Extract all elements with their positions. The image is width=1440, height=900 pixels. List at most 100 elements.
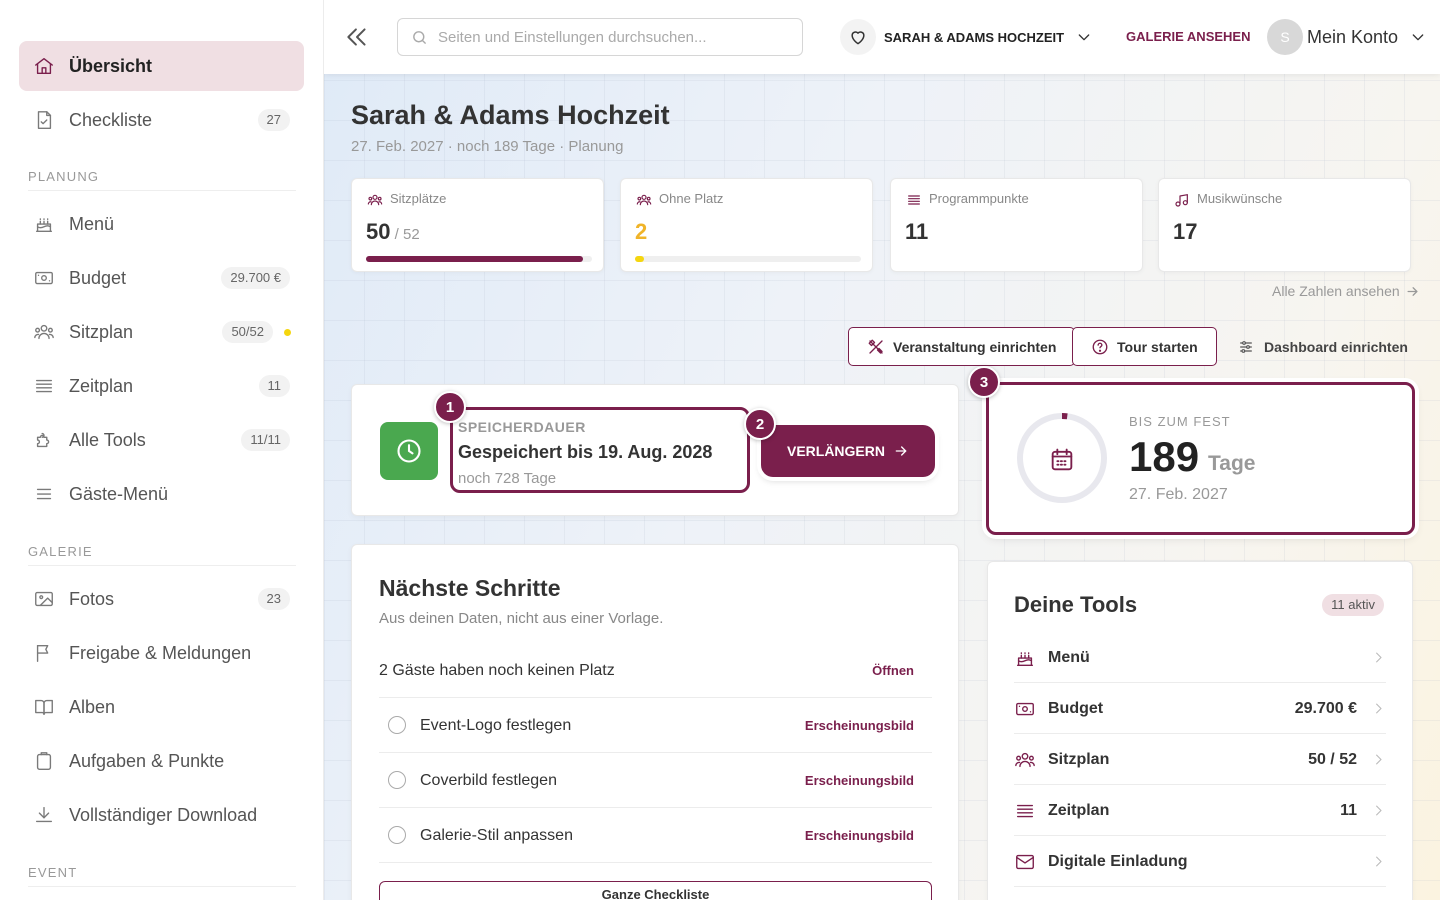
event-selector[interactable]: SARAH & ADAMS HOCHZEIT [840, 18, 1092, 56]
sidebar-item-badge: 29.700 € [221, 267, 290, 289]
list-icon [1014, 800, 1036, 822]
tool-row-budget[interactable]: Budget 29.700 € [1014, 683, 1386, 734]
sidebar-item-gaeste-menue[interactable]: Gäste-Menü [19, 469, 304, 519]
list-icon [33, 375, 55, 397]
chevron-right-icon [1371, 701, 1386, 716]
tool-row-sitzplan[interactable]: Sitzplan 50 / 52 [1014, 734, 1386, 785]
sidebar-item-freigabe-meldungen[interactable]: Freigabe & Meldungen [19, 628, 304, 678]
home-icon [33, 55, 55, 77]
next-step-action[interactable]: Erscheinungsbild [805, 698, 914, 753]
next-step-action[interactable]: Erscheinungsbild [805, 808, 914, 863]
sidebar-item-checkliste[interactable]: Checkliste 27 [19, 95, 304, 145]
page-title: Sarah & Adams Hochzeit [351, 100, 670, 130]
stat-progress-fill [635, 256, 645, 262]
stat-card-sitzplaetze[interactable]: Sitzplätze 50 / 52 [351, 178, 604, 272]
search-input[interactable] [438, 19, 793, 55]
account-label: Mein Konto [1307, 26, 1399, 47]
extend-storage-button[interactable]: VERLÄNGERN [761, 425, 935, 477]
stat-value: 11 [905, 219, 928, 245]
sidebar-item-label: Vollständiger Download [69, 805, 258, 825]
sidebar-item-label: Alben [69, 697, 116, 717]
next-step-action[interactable]: Öffnen [872, 643, 914, 698]
sidebar-item-label: Sitzplan [69, 322, 134, 342]
stat-total: / 52 [390, 226, 420, 243]
sidebar-item-sitzplan[interactable]: Sitzplan 50/52 [19, 307, 304, 357]
sidebar-item-aufgaben-punkte[interactable]: Aufgaben & Punkte [19, 736, 304, 786]
countdown-number: 189 [1129, 433, 1200, 480]
collapse-sidebar-button[interactable] [344, 23, 370, 51]
countdown-kicker: BIS ZUM FEST [1129, 414, 1231, 429]
sidebar-item-badge: 11/11 [241, 429, 290, 451]
next-steps-subtitle: Aus deinen Daten, nicht aus einer Vorlag… [379, 610, 664, 627]
sidebar-item-alle-tools[interactable]: Alle Tools 11/11 [19, 415, 304, 465]
next-step-label: Event-Logo festlegen [420, 717, 572, 734]
sidebar-section-title: EVENT [28, 865, 78, 880]
all-stats-link[interactable]: Alle Zahlen ansehen [1272, 283, 1420, 299]
stat-card-programmpunkte[interactable]: Programmpunkte 11 [890, 178, 1143, 272]
sidebar-item-label: Freigabe & Meldungen [69, 643, 252, 663]
sidebar-divider [28, 190, 296, 191]
tour-step-badge[interactable]: 2 [744, 408, 776, 440]
tool-row-digitale-einladung[interactable]: Digitale Einladung [1014, 836, 1386, 887]
sidebar-item-label: Budget [69, 268, 127, 288]
stat-card-ohne-platz[interactable]: Ohne Platz 2 [620, 178, 873, 272]
sidebar-item-label: Gäste-Menü [69, 484, 169, 504]
download-icon [33, 804, 55, 826]
cake-icon [33, 213, 55, 235]
storage-highlight: SPEICHERDAUER Gespeichert bis 19. Aug. 2… [450, 407, 750, 493]
tour-step-badge[interactable]: 3 [968, 366, 1000, 398]
stat-progress-track [635, 256, 861, 262]
chevron-right-icon [1371, 854, 1386, 869]
stat-number: 50 [366, 219, 391, 244]
tool-row-zeitplan[interactable]: Zeitplan 11 [1014, 785, 1386, 836]
stat-value: 17 [1173, 219, 1197, 245]
stat-label: Programmpunkte [929, 191, 1029, 206]
storage-kicker: SPEICHERDAUER [458, 419, 586, 435]
sidebar-item-label: Übersicht [69, 56, 153, 76]
sidebar-section-title: PLANUNG [28, 169, 100, 184]
tool-label: Menü [1048, 649, 1090, 666]
sidebar-divider [28, 565, 296, 566]
setup-event-label: Veranstaltung einrichten [893, 338, 1057, 355]
sidebar-item-label: Zeitplan [69, 376, 134, 396]
next-step-action[interactable]: Erscheinungsbild [805, 753, 914, 808]
tool-value: 29.700 € [1294, 700, 1357, 717]
sidebar-item-budget[interactable]: Budget 29.700 € [19, 253, 304, 303]
sidebar-item-menue[interactable]: Menü [19, 199, 304, 249]
storage-remaining: noch 728 Tage [458, 470, 557, 487]
mail-icon [1014, 851, 1036, 873]
start-tour-button[interactable]: Tour starten [1072, 327, 1217, 366]
task-checkbox[interactable] [388, 771, 406, 789]
sidebar-item-badge: 11 [258, 375, 290, 397]
sidebar-item-alben[interactable]: Alben [19, 682, 304, 732]
users-icon [33, 321, 55, 343]
next-step-label: 2 Gäste haben noch keinen Platz [379, 662, 615, 679]
sidebar-item-vollstaendiger-download[interactable]: Vollständiger Download [19, 790, 304, 840]
list-icon [906, 192, 922, 208]
chevron-down-icon [1076, 29, 1092, 45]
sidebar-item-badge: 50/52 [222, 321, 273, 343]
main-content: SARAH & ADAMS HOCHZEIT GALERIE ANSEHEN S… [324, 0, 1440, 900]
tour-step-badge[interactable]: 1 [434, 391, 466, 423]
customize-dashboard-button[interactable]: Dashboard einrichten [1238, 327, 1408, 366]
tool-value: 11 [1340, 802, 1357, 819]
task-checkbox[interactable] [388, 826, 406, 844]
sidebar-item-fotos[interactable]: Fotos 23 [19, 574, 304, 624]
setup-event-button[interactable]: Veranstaltung einrichten [848, 327, 1076, 366]
countdown-unit: Tage [1208, 452, 1256, 475]
stat-number: 2 [635, 219, 648, 244]
tool-row-menue[interactable]: Menü [1014, 632, 1386, 683]
next-step-label: Coverbild festlegen [420, 772, 557, 789]
next-step-label: Galerie-Stil anpassen [420, 827, 573, 844]
tool-label: Sitzplan [1048, 751, 1110, 768]
view-gallery-link[interactable]: GALERIE ANSEHEN [1126, 29, 1250, 44]
full-checklist-button[interactable]: Ganze Checkliste [379, 881, 932, 900]
start-tour-label: Tour starten [1117, 338, 1198, 355]
sidebar-item-zeitplan[interactable]: Zeitplan 11 [19, 361, 304, 411]
stat-card-musikwuensche[interactable]: Musikwünsche 17 [1158, 178, 1411, 272]
sidebar-item-uebersicht[interactable]: Übersicht [19, 41, 304, 91]
account-menu[interactable]: S Mein Konto [1267, 18, 1426, 56]
users-icon [1014, 749, 1036, 771]
sidebar-item-badge: 23 [257, 588, 290, 610]
task-checkbox[interactable] [388, 716, 406, 734]
